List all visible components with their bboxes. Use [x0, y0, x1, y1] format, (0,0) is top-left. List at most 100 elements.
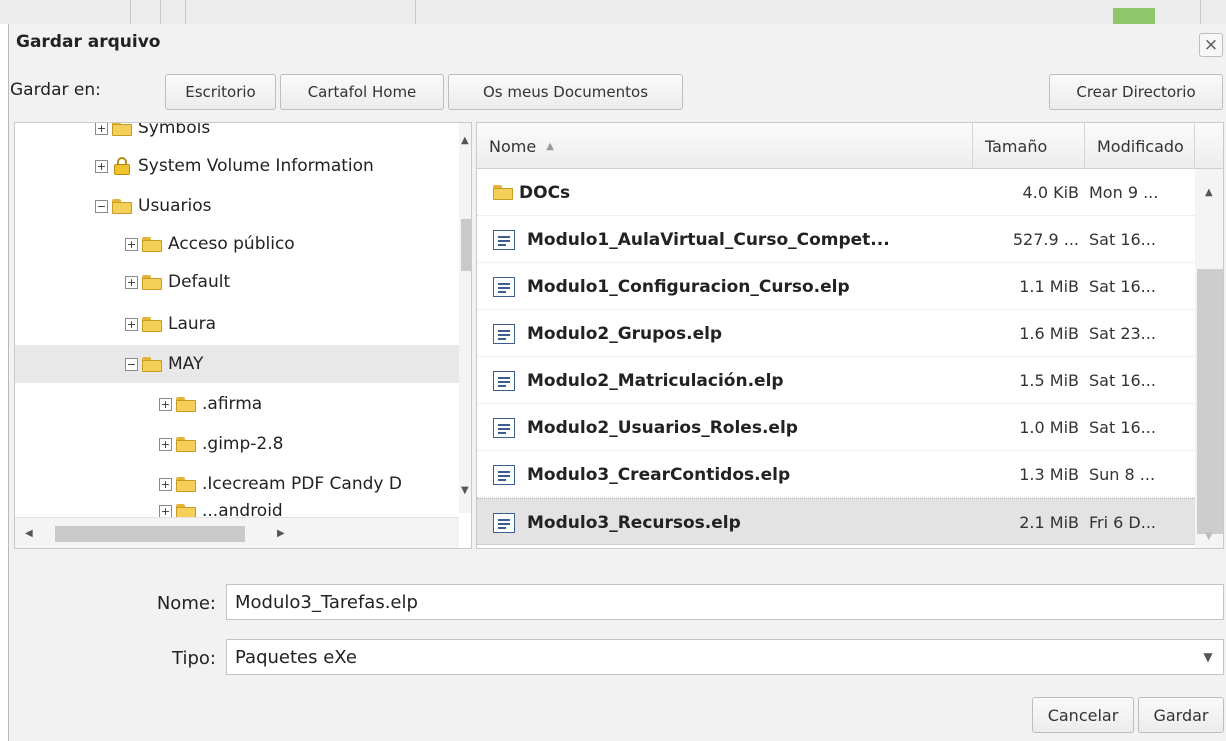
document-icon	[493, 370, 515, 391]
file-date: Mon 9 ...	[1089, 183, 1159, 202]
scroll-up-icon[interactable]: ▲	[1205, 187, 1213, 198]
collapse-icon[interactable]: −	[125, 357, 138, 371]
folder-open-icon	[112, 198, 132, 214]
tree-horizontal-scrollbar[interactable]: ◀ ▶	[15, 517, 459, 548]
sort-ascending-icon: ▲	[546, 140, 554, 152]
file-date: Sun 8 ...	[1089, 465, 1156, 484]
file-size: 1.6 MiB	[1019, 324, 1079, 343]
file-date: Sat 16...	[1089, 230, 1156, 249]
column-header-name[interactable]: Nome ▲	[477, 123, 973, 169]
tree-item[interactable]: − Usuarios	[95, 187, 455, 225]
folder-icon	[142, 316, 162, 332]
file-size: 1.5 MiB	[1019, 371, 1079, 390]
tree-item-label: Laura	[168, 314, 217, 334]
tree-item[interactable]: + Symbols	[95, 123, 455, 147]
home-folder-button[interactable]: Cartafol Home	[280, 74, 444, 110]
file-row[interactable]: Modulo1_AulaVirtual_Curso_Compet... 527.…	[477, 216, 1195, 263]
folder-icon	[112, 123, 132, 136]
name-label: Nome:	[156, 593, 216, 614]
file-name: DOCs	[519, 182, 571, 203]
tree-item-selected[interactable]: − MAY	[15, 345, 459, 383]
scroll-right-icon[interactable]: ▶	[277, 528, 285, 539]
tree-item[interactable]: + System Volume Information	[95, 147, 455, 185]
expand-icon[interactable]: +	[125, 237, 138, 251]
file-row[interactable]: Modulo3_CrearContidos.elp 1.3 MiB Sun 8 …	[477, 451, 1195, 498]
scroll-left-icon[interactable]: ◀	[25, 528, 33, 539]
folder-tree-panel[interactable]: + Symbols + System Volume Information − …	[14, 122, 472, 549]
file-type-select[interactable]: Paquetes eXe ▼	[226, 639, 1224, 675]
tree-vertical-scroll-thumb[interactable]	[461, 219, 471, 271]
expand-icon[interactable]: +	[159, 504, 172, 518]
file-row[interactable]: Modulo2_Matriculación.elp 1.5 MiB Sat 16…	[477, 357, 1195, 404]
document-icon	[493, 512, 515, 533]
cancel-button[interactable]: Cancelar	[1032, 697, 1134, 733]
collapse-icon[interactable]: −	[95, 199, 108, 213]
folder-open-icon	[142, 356, 162, 372]
scroll-down-icon[interactable]: ▼	[461, 485, 469, 496]
lock-icon	[114, 157, 130, 175]
tree-item-label: Usuarios	[138, 196, 212, 216]
file-list-scroll-thumb[interactable]	[1197, 269, 1223, 534]
tree-item[interactable]: + Default	[125, 263, 455, 301]
create-directory-button[interactable]: Crear Directorio	[1049, 74, 1223, 110]
tree-item-label: .afirma	[202, 394, 263, 414]
chevron-down-icon[interactable]: ▼	[1193, 640, 1223, 674]
file-row[interactable]: Modulo2_Usuarios_Roles.elp 1.0 MiB Sat 1…	[477, 404, 1195, 451]
file-size: 1.1 MiB	[1019, 277, 1079, 296]
folder-icon	[176, 436, 196, 452]
type-label: Tipo:	[172, 648, 216, 669]
tree-item[interactable]: + Laura	[125, 305, 455, 343]
close-button[interactable]: ×	[1199, 33, 1223, 57]
file-name: Modulo3_Recursos.elp	[527, 512, 741, 533]
file-size: 4.0 KiB	[1022, 183, 1079, 202]
column-header-size[interactable]: Tamaño	[973, 123, 1085, 169]
tree-item-label: .gimp-2.8	[202, 434, 284, 454]
expand-icon[interactable]: +	[125, 275, 138, 289]
expand-icon[interactable]: +	[159, 477, 172, 491]
file-list-panel[interactable]: Nome ▲ Tamaño Modificado DOCs 4.0 KiB Mo…	[476, 122, 1224, 549]
file-name: Modulo2_Usuarios_Roles.elp	[527, 417, 798, 438]
expand-icon[interactable]: +	[95, 123, 108, 135]
file-date: Sat 16...	[1089, 277, 1156, 296]
file-row[interactable]: DOCs 4.0 KiB Mon 9 ...	[477, 169, 1195, 216]
dialog-title: Gardar arquivo	[16, 32, 161, 52]
tree-item[interactable]: + .gimp-2.8	[159, 425, 459, 463]
desktop-button[interactable]: Escritorio	[165, 74, 276, 110]
tree-vertical-scrollbar[interactable]: ▲ ▼	[459, 123, 471, 513]
file-row[interactable]: Modulo1_Configuracion_Curso.elp 1.1 MiB …	[477, 263, 1195, 310]
tree-item[interactable]: + Acceso público	[125, 225, 455, 263]
filename-value: Modulo3_Tarefas.elp	[235, 591, 418, 613]
tree-item-label: Default	[168, 272, 231, 292]
file-list-vertical-scrollbar[interactable]: ▲ ▼	[1195, 169, 1223, 548]
background-window-strip	[0, 0, 1226, 24]
save-in-label: Gardar en:	[10, 80, 101, 100]
folder-icon	[493, 185, 513, 200]
my-documents-button[interactable]: Os meus Documentos	[448, 74, 683, 110]
scroll-down-icon[interactable]: ▼	[1205, 531, 1213, 542]
file-date: Sat 16...	[1089, 371, 1156, 390]
expand-icon[interactable]: +	[159, 397, 172, 411]
expand-icon[interactable]: +	[125, 317, 138, 331]
tree-item[interactable]: + .Icecream PDF Candy D	[159, 465, 459, 503]
tree-item[interactable]: + .afirma	[159, 385, 459, 423]
document-icon	[493, 276, 515, 297]
column-header-modified[interactable]: Modificado	[1085, 123, 1195, 169]
expand-icon[interactable]: +	[159, 437, 172, 451]
file-row-selected[interactable]: Modulo3_Recursos.elp 2.1 MiB Fri 6 D...	[477, 498, 1195, 545]
file-size: 2.1 MiB	[1019, 513, 1079, 532]
file-date: Sat 16...	[1089, 418, 1156, 437]
background-green-indicator	[1113, 8, 1155, 24]
scroll-up-icon[interactable]: ▲	[461, 135, 469, 146]
save-button[interactable]: Gardar	[1138, 697, 1224, 733]
expand-icon[interactable]: +	[95, 159, 108, 173]
document-icon	[493, 323, 515, 344]
file-name: Modulo3_CrearContidos.elp	[527, 464, 791, 485]
filename-input[interactable]: Modulo3_Tarefas.elp	[226, 584, 1224, 620]
tree-item-label: Acceso público	[168, 234, 295, 254]
tree-item-label: MAY	[168, 354, 204, 374]
file-name: Modulo1_AulaVirtual_Curso_Compet...	[527, 229, 890, 250]
tree-horizontal-scroll-thumb[interactable]	[55, 526, 245, 542]
folder-icon	[176, 396, 196, 412]
file-row[interactable]: Modulo2_Grupos.elp 1.6 MiB Sat 23...	[477, 310, 1195, 357]
close-icon: ×	[1203, 35, 1219, 55]
